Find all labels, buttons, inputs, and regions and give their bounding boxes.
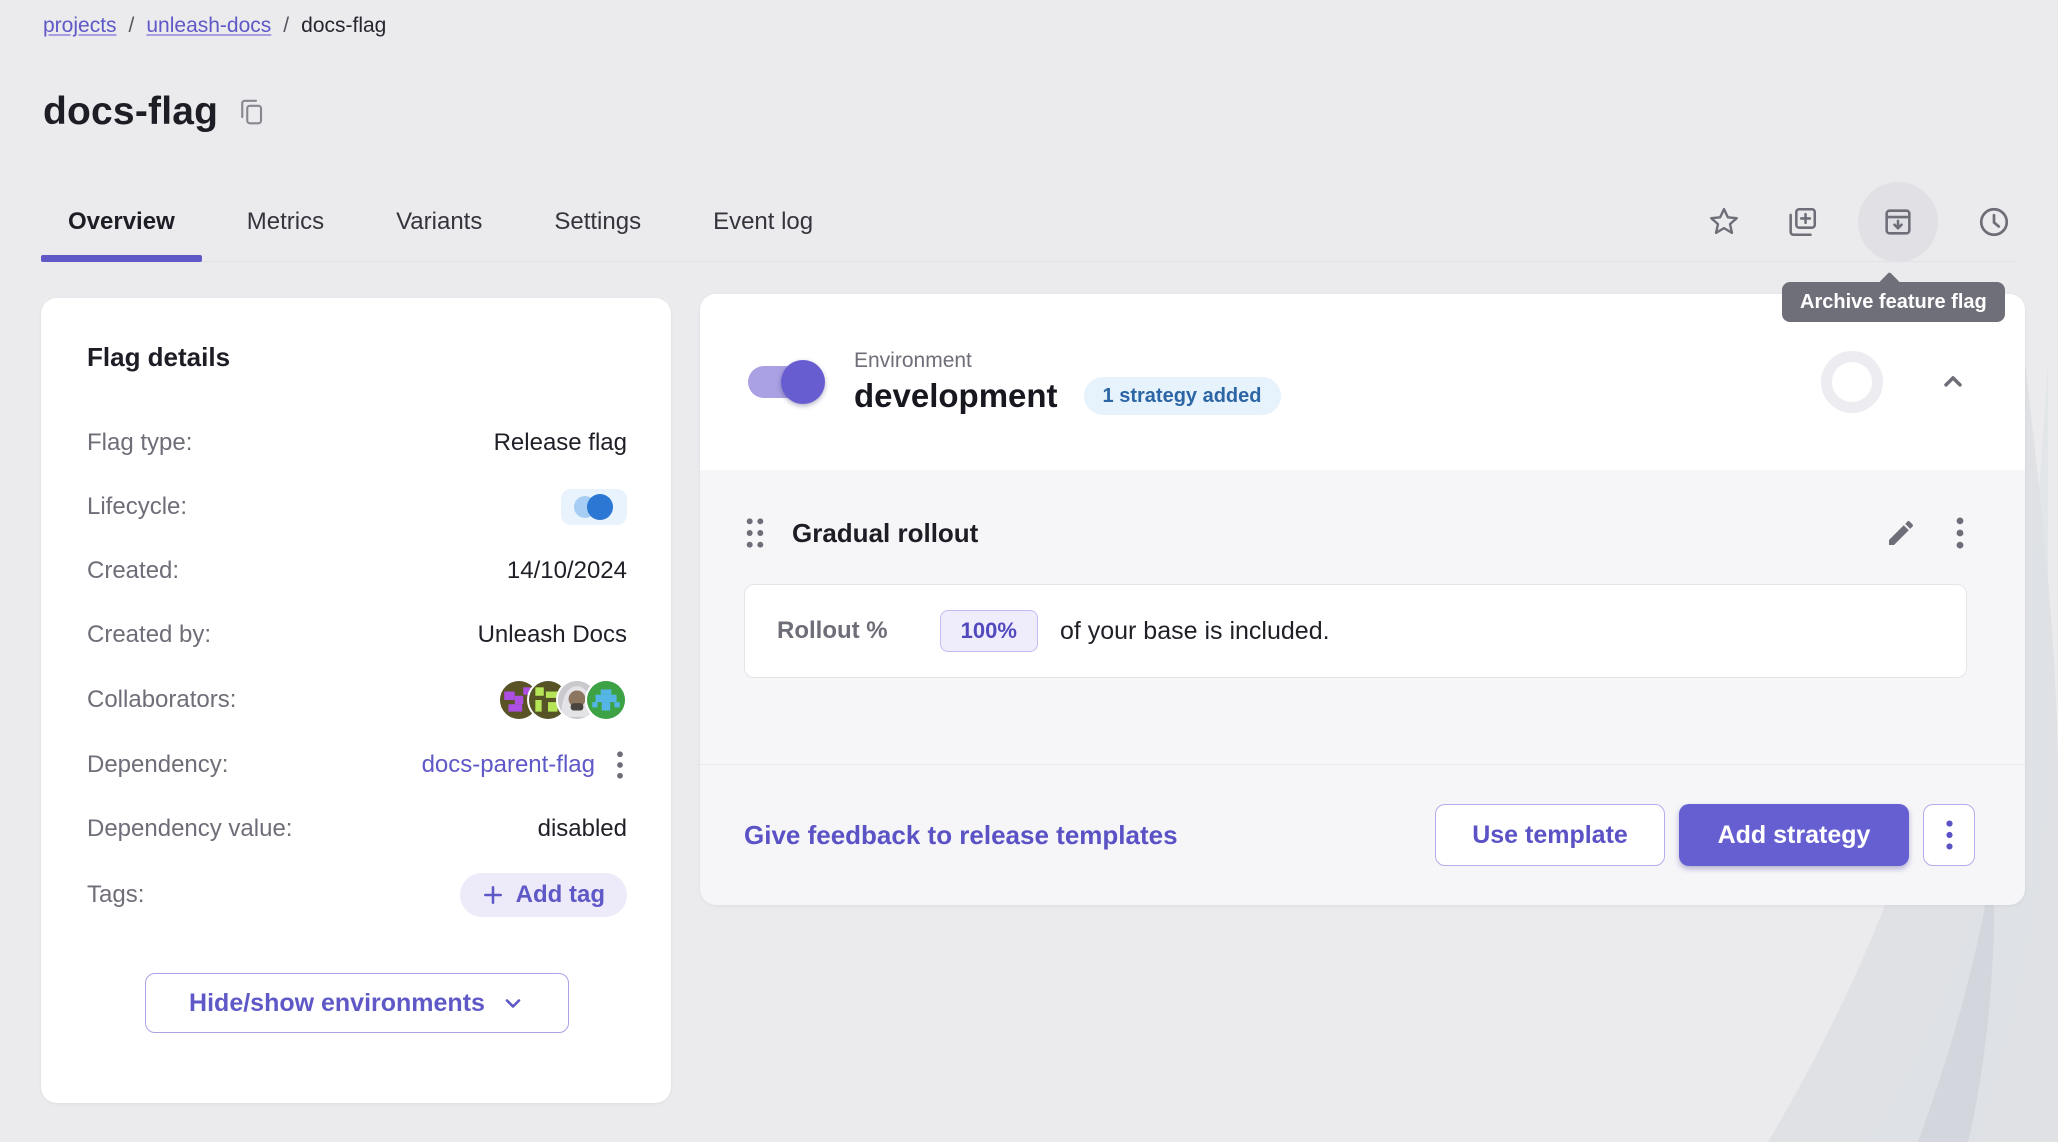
tab-variants[interactable]: Variants xyxy=(369,183,509,261)
flag-details-heading: Flag details xyxy=(87,342,627,373)
page-title: docs-flag xyxy=(43,90,218,134)
dependency-label: Dependency: xyxy=(87,751,228,779)
tags-label: Tags: xyxy=(87,881,144,909)
flag-details-panel: Flag details Flag type: Release flag Lif… xyxy=(41,298,671,1103)
breadcrumb-separator: / xyxy=(129,14,135,38)
breadcrumb: projects / unleash-docs / docs-flag xyxy=(43,14,386,38)
strategy-menu-button[interactable] xyxy=(1953,516,1967,550)
created-label: Created: xyxy=(87,557,179,585)
collapse-environment-button[interactable] xyxy=(1931,360,1975,404)
environment-name: development xyxy=(854,377,1058,415)
tab-metrics[interactable]: Metrics xyxy=(220,183,351,261)
dependency-value-row: Dependency value: disabled xyxy=(87,809,627,849)
environment-toggle[interactable] xyxy=(748,366,822,398)
dependency-link[interactable]: docs-parent-flag xyxy=(422,751,595,779)
tags-row: Tags: Add tag xyxy=(87,873,627,917)
created-row: Created: 14/10/2024 xyxy=(87,551,627,591)
collaborators-label: Collaborators: xyxy=(87,686,236,714)
clock-icon xyxy=(1976,204,2012,240)
plus-icon xyxy=(482,884,504,906)
flag-type-label: Flag type: xyxy=(87,429,192,457)
edit-strategy-button[interactable] xyxy=(1885,517,1917,549)
archive-feature-flag-button[interactable] xyxy=(1858,182,1938,262)
favorite-button[interactable] xyxy=(1702,200,1746,244)
created-by-row: Created by: Unleash Docs xyxy=(87,615,627,655)
breadcrumb-projects[interactable]: projects xyxy=(43,14,117,38)
created-value: 14/10/2024 xyxy=(507,557,627,585)
pencil-icon xyxy=(1885,517,1917,549)
collaborator-avatars xyxy=(498,679,627,721)
environment-footer: Give feedback to release templates Use t… xyxy=(700,764,2025,905)
strategy-count-badge: 1 strategy added xyxy=(1084,377,1281,415)
breadcrumb-project-name[interactable]: unleash-docs xyxy=(146,14,271,38)
kebab-menu-icon xyxy=(1943,819,1956,851)
environment-label: Environment xyxy=(854,349,1281,373)
add-tag-label: Add tag xyxy=(516,881,605,909)
dependency-value-label: Dependency value: xyxy=(87,815,292,843)
chevron-up-icon xyxy=(1939,368,1967,396)
rollout-description: of your base is included. xyxy=(1060,617,1330,646)
release-templates-feedback-link[interactable]: Give feedback to release templates xyxy=(744,820,1178,851)
avatar[interactable] xyxy=(585,679,627,721)
add-strategy-button[interactable]: Add strategy xyxy=(1679,804,1909,866)
rollout-label: Rollout % xyxy=(777,617,888,645)
metrics-ring xyxy=(1821,351,1883,413)
flag-type-value: Release flag xyxy=(494,429,627,457)
created-by-value: Unleash Docs xyxy=(478,621,627,649)
breadcrumb-separator: / xyxy=(283,14,289,38)
strategy-drag-handle[interactable] xyxy=(744,516,766,550)
kebab-menu-icon xyxy=(1953,516,1967,550)
archive-icon xyxy=(1881,205,1915,239)
lifecycle-stage-icon[interactable] xyxy=(561,489,627,525)
lifecycle-circle-dark xyxy=(587,494,613,520)
rollout-summary: Rollout % 100% of your base is included. xyxy=(744,584,1967,678)
toggle-knob xyxy=(781,360,825,404)
kebab-menu-icon xyxy=(613,750,627,780)
copy-feature-flag-button[interactable] xyxy=(1780,200,1824,244)
strategy-title: Gradual rollout xyxy=(792,518,978,549)
copy-add-icon xyxy=(1785,205,1819,239)
tab-overview[interactable]: Overview xyxy=(41,183,202,261)
add-tag-button[interactable]: Add tag xyxy=(460,873,627,917)
dependency-row: Dependency: docs-parent-flag xyxy=(87,745,627,785)
hide-show-environments-button[interactable]: Hide/show environments xyxy=(145,973,569,1033)
star-icon xyxy=(1706,204,1742,240)
flag-actions xyxy=(1702,183,2016,261)
environment-more-actions-button[interactable] xyxy=(1923,804,1975,866)
flag-type-row: Flag type: Release flag xyxy=(87,423,627,463)
archive-tooltip: Archive feature flag xyxy=(1782,282,2005,322)
tab-settings[interactable]: Settings xyxy=(527,183,668,261)
breadcrumb-current: docs-flag xyxy=(301,14,386,38)
lifecycle-row: Lifecycle: xyxy=(87,487,627,527)
hide-show-environments-label: Hide/show environments xyxy=(189,989,485,1018)
lifecycle-label: Lifecycle: xyxy=(87,493,187,521)
drag-dots-icon xyxy=(744,516,766,550)
history-button[interactable] xyxy=(1972,200,2016,244)
dependency-value-value: disabled xyxy=(538,815,627,843)
copy-icon xyxy=(236,97,266,127)
copy-flag-name-button[interactable] xyxy=(236,97,266,127)
collaborators-row: Collaborators: xyxy=(87,679,627,721)
tab-event-log[interactable]: Event log xyxy=(686,183,840,261)
environment-card: Environment development 1 strategy added… xyxy=(700,294,2025,905)
chevron-down-icon xyxy=(501,991,525,1015)
feature-flag-page: projects / unleash-docs / docs-flag docs… xyxy=(0,0,2058,1142)
dependency-menu-button[interactable] xyxy=(613,750,627,780)
created-by-label: Created by: xyxy=(87,621,211,649)
use-template-button[interactable]: Use template xyxy=(1435,804,1665,866)
rollout-percentage-chip: 100% xyxy=(940,610,1038,652)
tab-bar: Overview Metrics Variants Settings Event… xyxy=(41,183,2016,262)
strategy-section: Gradual rollout Rollout % 100% of your b… xyxy=(700,470,2025,764)
